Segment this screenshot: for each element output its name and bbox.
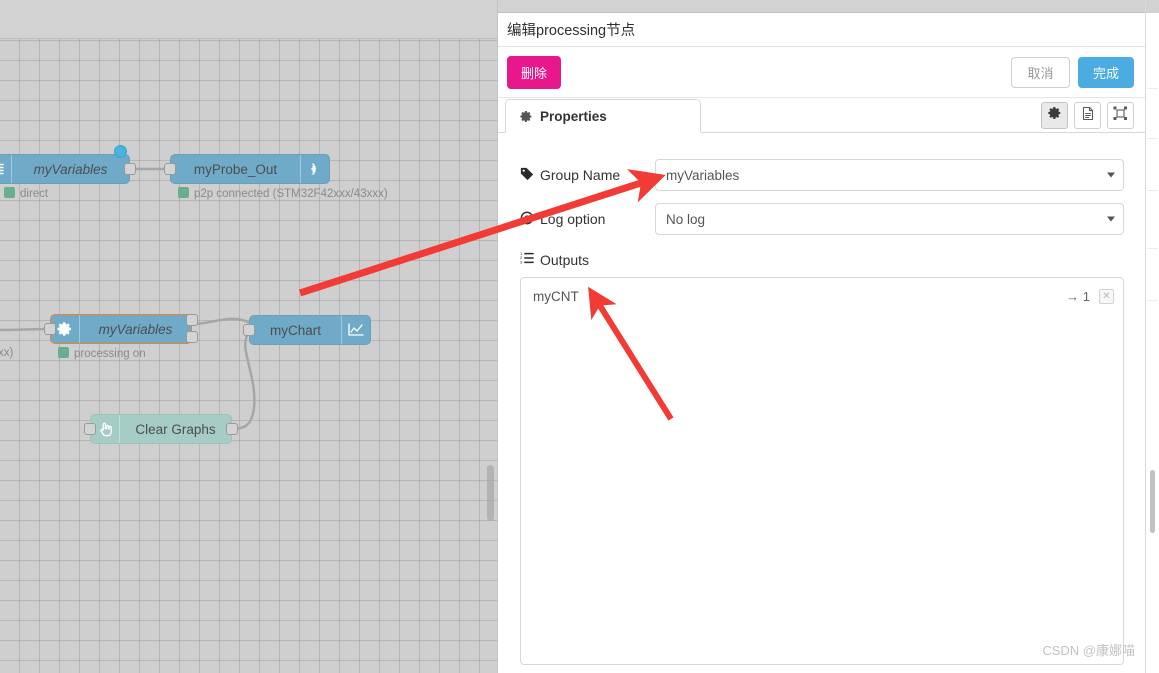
outputs-label: 1 2 3 Outputs — [520, 251, 590, 268]
flow-node-myvariables-top[interactable]: myVariables — [0, 154, 130, 184]
done-button[interactable]: 完成 — [1078, 56, 1134, 88]
rail-scrollbar[interactable] — [1150, 470, 1155, 533]
rail-divider — [1147, 88, 1158, 89]
flow-partial-status-left: xx) — [0, 347, 14, 359]
flow-node-myvariables-selected[interactable]: myVariables — [50, 314, 192, 344]
tag-icon — [520, 167, 534, 184]
svg-text:3: 3 — [520, 260, 523, 265]
node-input-port[interactable] — [243, 324, 255, 336]
watermark: CSDN @康娜喵 — [1042, 643, 1135, 658]
node-output-port-2[interactable] — [186, 331, 198, 343]
panel-title-bar: 编辑processing节点 — [498, 13, 1145, 47]
flow-node-clear-graphs[interactable]: Clear Graphs — [90, 414, 232, 444]
rail-divider — [1147, 248, 1158, 249]
node-badge-dot — [114, 145, 127, 158]
status-dot-icon — [58, 347, 69, 358]
flow-node-label: myProbe_Out — [193, 161, 278, 177]
settings-tool-button[interactable] — [1041, 102, 1068, 129]
gear-icon — [520, 110, 533, 123]
flow-canvas[interactable]: myVariables direct myProbe_Out p2p conne… — [0, 0, 497, 673]
node-output-port[interactable] — [226, 423, 238, 435]
edit-node-panel: 编辑processing节点 删除 取消 完成 Properties Group… — [497, 0, 1145, 673]
group-name-value: myVariables — [666, 167, 740, 183]
canvas-vertical-scrollbar[interactable] — [487, 465, 494, 521]
log-option-label: Log option — [520, 211, 655, 228]
status-dot-icon — [178, 187, 189, 198]
canvas-top-strip — [0, 0, 497, 39]
flow-node-status-direct: direct — [4, 187, 48, 200]
list-item[interactable]: myCNT → 1 ✕ — [521, 284, 1123, 308]
gear-icon — [1047, 106, 1062, 125]
remove-output-button[interactable]: ✕ — [1099, 288, 1114, 304]
output-count: → 1 — [1066, 288, 1090, 304]
flow-node-label: Clear Graphs — [135, 421, 216, 437]
right-sidebar-rail[interactable] — [1145, 0, 1159, 673]
description-tool-button[interactable] — [1074, 102, 1101, 129]
flow-node-status-processing: processing on — [58, 347, 146, 360]
appearance-tool-button[interactable] — [1107, 102, 1134, 129]
tab-label: Properties — [540, 108, 607, 124]
panel-tab-bar: Properties — [498, 98, 1145, 133]
flow-node-myprobe-out[interactable]: myProbe_Out — [170, 154, 330, 184]
node-input-port[interactable] — [164, 163, 176, 175]
document-icon — [1081, 106, 1095, 126]
node-output-port[interactable] — [124, 163, 136, 175]
flow-node-label: myVariables — [33, 161, 108, 177]
cancel-button[interactable]: 取消 — [1011, 56, 1070, 88]
form-row-log-option: Log option No log — [520, 203, 1124, 235]
radio-target-icon — [520, 211, 534, 228]
flow-node-label: myChart — [269, 322, 321, 338]
node-input-port[interactable] — [44, 323, 56, 335]
panel-toolbar: 删除 取消 完成 — [498, 47, 1145, 98]
rail-top-strip — [1146, 0, 1159, 13]
page-title: 编辑processing节点 — [507, 23, 636, 39]
tab-properties[interactable]: Properties — [505, 99, 701, 133]
node-input-port[interactable] — [84, 423, 96, 435]
appearance-icon — [1113, 106, 1128, 126]
group-name-label: Group Name — [520, 167, 655, 184]
group-name-select[interactable]: myVariables — [655, 159, 1124, 191]
broadcast-icon — [300, 155, 329, 183]
flow-node-status-p2p: p2p connected (STM32F42xxx/43xxx) — [178, 187, 388, 200]
chart-icon — [341, 316, 370, 344]
log-option-select[interactable]: No log — [655, 203, 1124, 235]
panel-top-strip — [498, 0, 1145, 13]
group-name-select-wrap: myVariables — [655, 159, 1124, 191]
rail-divider — [1147, 190, 1158, 191]
form-row-group-name: Group Name myVariables — [520, 159, 1124, 191]
node-output-port-1[interactable] — [186, 314, 198, 326]
delete-button[interactable]: 删除 — [507, 55, 561, 89]
log-option-value: No log — [666, 211, 706, 227]
flow-node-mychart[interactable]: myChart — [249, 315, 371, 345]
rail-divider — [1147, 300, 1158, 301]
lines-icon — [0, 155, 12, 183]
properties-form: Group Name myVariables Log option No log… — [498, 133, 1145, 665]
outputs-list[interactable]: myCNT → 1 ✕ — [520, 277, 1124, 665]
output-name: myCNT — [533, 288, 579, 304]
status-dot-icon — [4, 187, 15, 198]
log-option-select-wrap: No log — [655, 203, 1124, 235]
rail-divider — [1147, 138, 1158, 139]
flow-node-label: myVariables — [98, 321, 173, 337]
ordered-list-icon: 1 2 3 — [520, 251, 534, 268]
